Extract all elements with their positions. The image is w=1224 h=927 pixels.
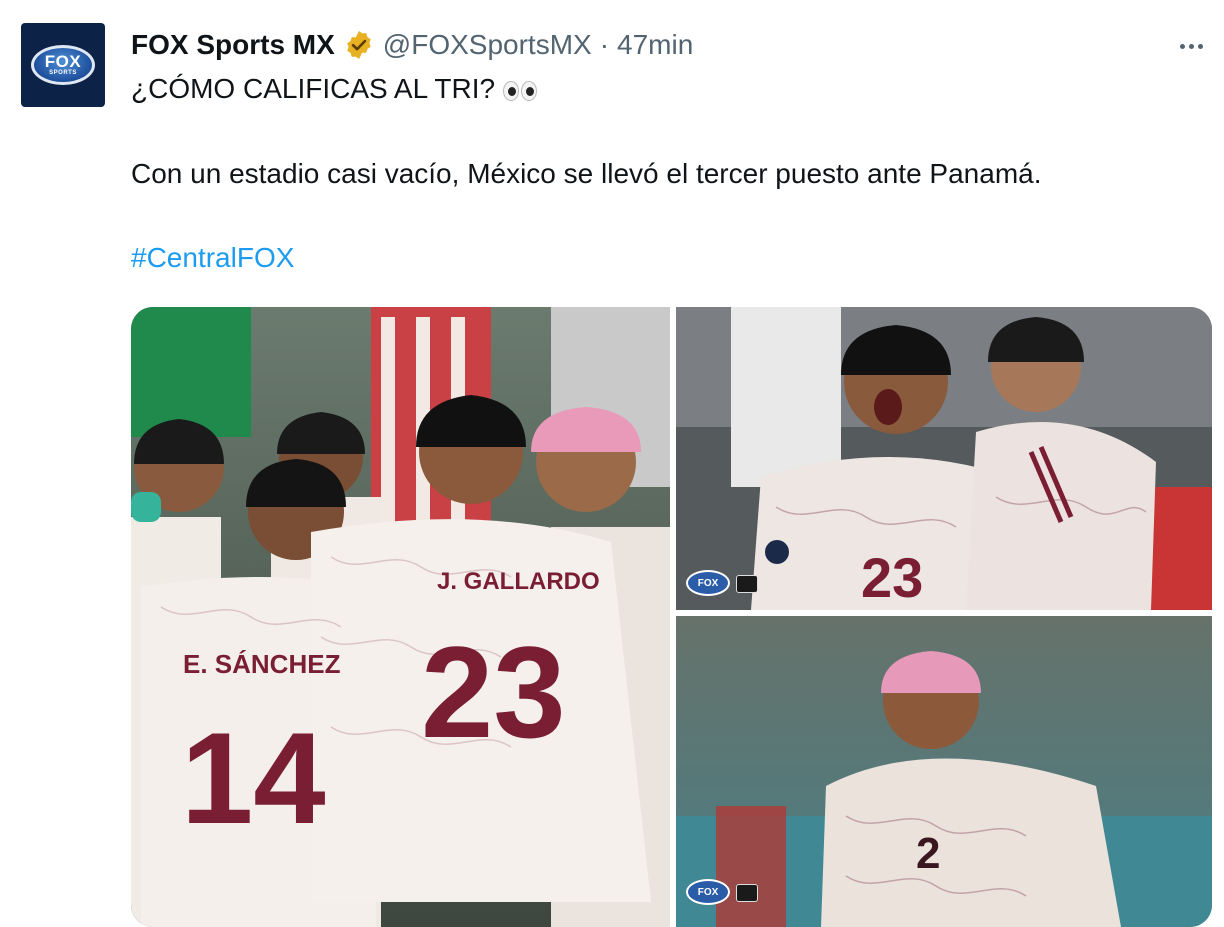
eyes-emoji-icon <box>503 80 538 101</box>
tweet-text-line1: ¿CÓMO CALIFICAS AL TRI? <box>131 73 538 105</box>
photo-celebrating-players[interactable]: 23 FOX <box>676 307 1212 610</box>
author-handle[interactable]: @FOXSportsMX <box>383 29 592 61</box>
fox-sports-logo: FOX SPORTS <box>31 45 95 85</box>
tweet-question: ¿CÓMO CALIFICAS AL TRI? <box>131 73 496 104</box>
logo-subtext: SPORTS <box>49 69 77 76</box>
photo-team-celebration[interactable]: J. GALLARDO 23 E. SÁNCHEZ 14 <box>131 307 670 927</box>
jersey-number-topright: 23 <box>861 546 923 609</box>
photo-running-player[interactable]: 2 FOX <box>676 616 1212 927</box>
fox-watermark: FOX <box>686 879 730 905</box>
fox-watermark: FOX <box>686 570 730 596</box>
tweet-text-line2: Con un estadio casi vacío, México se lle… <box>131 158 1042 189</box>
author-name[interactable]: FOX Sports MX <box>131 29 335 61</box>
hashtag-link[interactable]: #CentralFOX <box>131 242 294 274</box>
jersey-number-left: 14 <box>181 705 326 851</box>
broadcast-logo-icon <box>736 884 758 902</box>
verified-badge-icon <box>347 31 371 59</box>
tweet-header: FOX Sports MX @FOXSportsMX · 47min <box>131 26 693 64</box>
jersey-name-left: E. SÁNCHEZ <box>183 649 341 679</box>
separator-dot: · <box>599 29 610 60</box>
media-grid: J. GALLARDO 23 E. SÁNCHEZ 14 23 FOX 2 FO… <box>131 307 1212 927</box>
broadcast-logo-icon <box>736 575 758 593</box>
timestamp[interactable]: 47min <box>617 29 693 61</box>
jersey-number-front: 23 <box>421 619 566 765</box>
avatar[interactable]: FOX SPORTS <box>21 23 105 107</box>
logo-text: FOX <box>44 51 82 71</box>
more-options-icon[interactable] <box>1168 30 1214 62</box>
jersey-number-bottomright: 2 <box>916 829 940 878</box>
jersey-name-front: J. GALLARDO <box>437 568 600 595</box>
